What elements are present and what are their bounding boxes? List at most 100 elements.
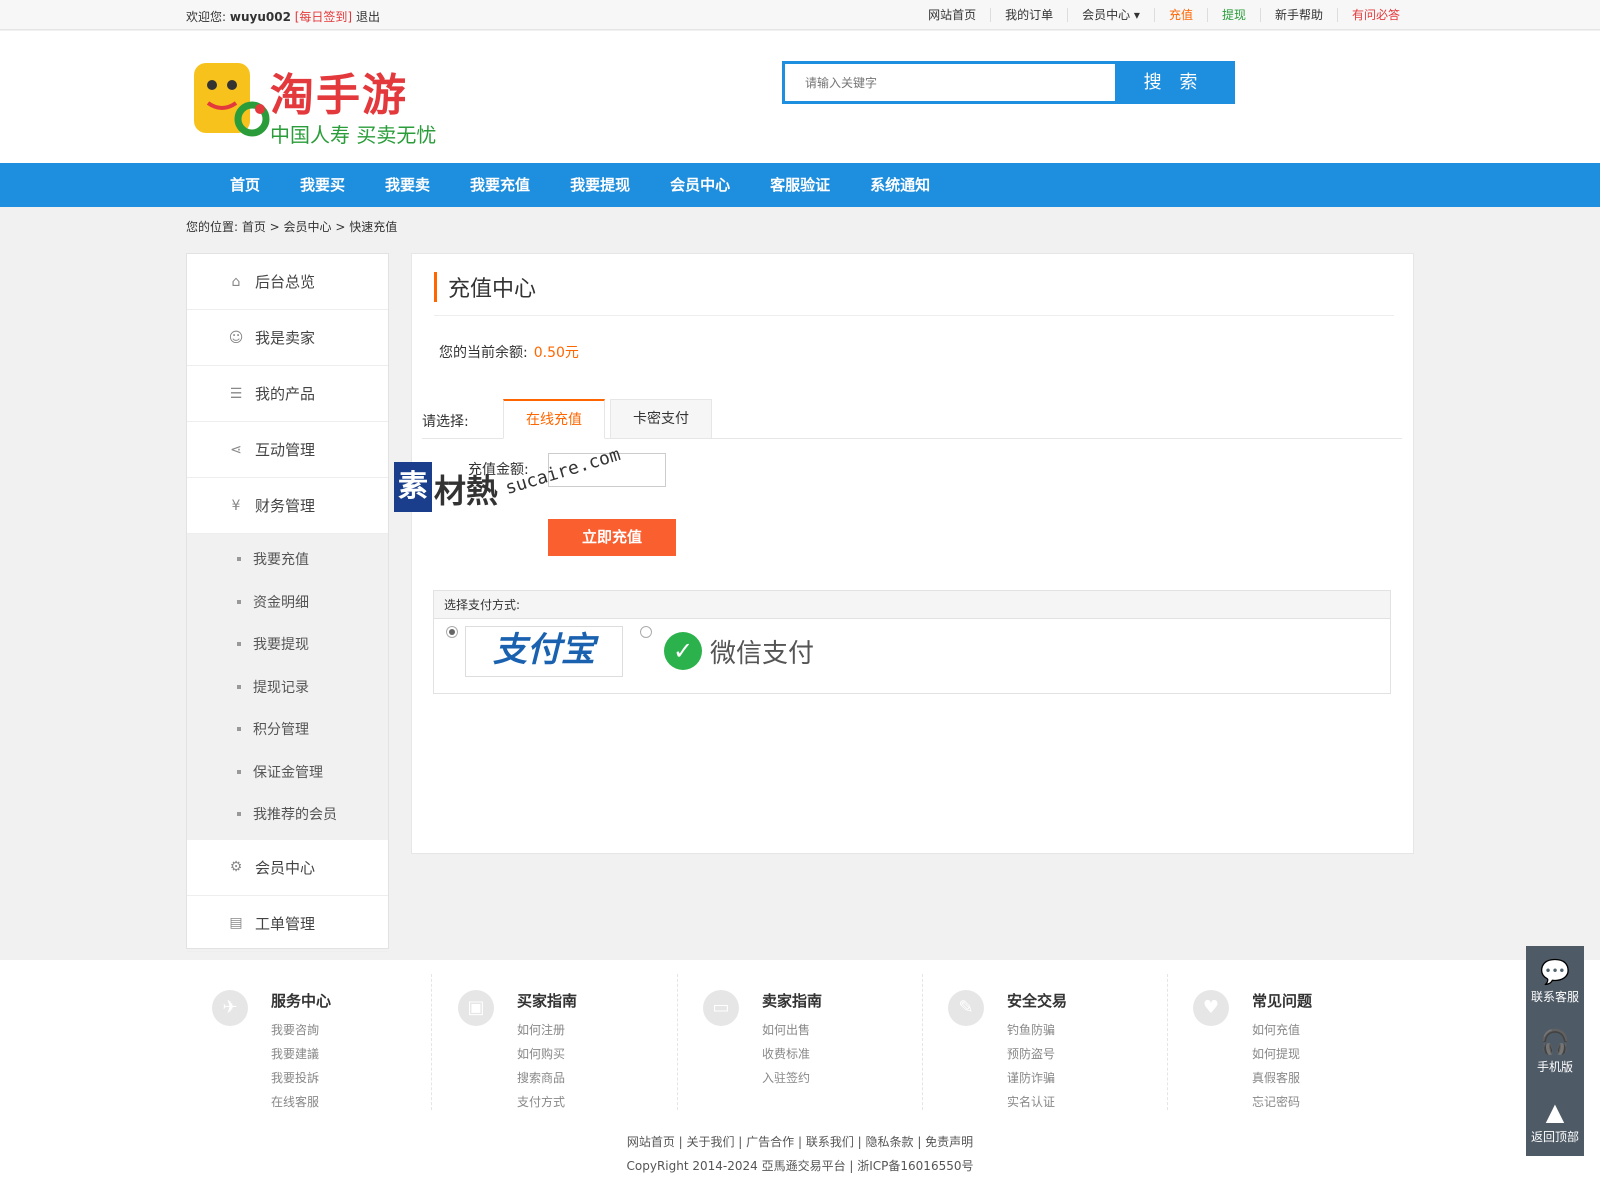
yen-icon: ¥ <box>231 497 241 514</box>
tab-card-payment[interactable]: 卡密支付 <box>610 399 712 439</box>
submenu-item[interactable]: 我要充值 <box>187 538 388 581</box>
alipay-logo[interactable]: 支付宝 <box>465 626 623 677</box>
nav-item[interactable]: 我要卖 <box>365 163 450 207</box>
wechat-pay-logo[interactable]: ✓ 微信支付 <box>664 631 814 671</box>
footer-link-list: 我要咨詢 我要建議 我要投訴 在线客服 <box>271 1018 319 1114</box>
tab-online-recharge[interactable]: 在线充值 <box>503 399 605 439</box>
submenu-item[interactable]: 我推荐的会员 <box>187 793 388 836</box>
nav-item[interactable]: 客服验证 <box>750 163 850 207</box>
sidebar-item[interactable]: ⋖ 互动管理 <box>187 422 388 478</box>
top-link[interactable]: 网站首页 <box>914 8 992 22</box>
nav-item[interactable]: 我要买 <box>280 163 365 207</box>
footer-link[interactable]: 搜索商品 <box>517 1066 565 1090</box>
welcome-label: 欢迎您: <box>186 10 227 24</box>
main-nav: 首页 我要买 我要卖 我要充值 我要提现 会员中心 客服验证 系统通知 <box>0 163 1600 207</box>
mascot-icon <box>194 63 270 137</box>
headset-icon: 🎧 <box>1540 1028 1570 1056</box>
submenu-item[interactable]: 我要提现 <box>187 623 388 666</box>
sidebar-item[interactable]: ☰ 我的产品 <box>187 366 388 422</box>
footer-link[interactable]: 我要建議 <box>271 1042 319 1066</box>
nav-item[interactable]: 系统通知 <box>850 163 950 207</box>
footer-column-title: 服务中心 <box>271 992 332 1010</box>
float-label: 返回顶部 <box>1530 1130 1579 1144</box>
wechat-radio[interactable] <box>640 626 652 638</box>
alipay-radio[interactable] <box>446 626 458 638</box>
nav-list: 首页 我要买 我要卖 我要充值 我要提现 会员中心 客服验证 系统通知 <box>210 163 950 207</box>
logo-subtitle: 中国人寿 买卖无忧 <box>270 123 437 147</box>
gear-icon: ⚙ <box>229 859 243 875</box>
sidebar-item-label: 会员中心 <box>255 858 316 877</box>
top-link[interactable]: 提现 <box>1208 8 1261 22</box>
float-chat-button[interactable]: 💬 联系客服 <box>1526 946 1584 1016</box>
top-link[interactable]: 有问必答 <box>1338 8 1414 22</box>
sidebar-item-label: 我是卖家 <box>255 329 316 347</box>
wechat-label: 微信支付 <box>710 638 815 669</box>
top-link[interactable]: 我的订单 <box>991 8 1069 22</box>
footer-link[interactable]: 预防盗号 <box>1007 1042 1055 1066</box>
sidebar-item[interactable]: ⚙ 会员中心 <box>187 840 388 896</box>
top-links: 网站首页 我的订单 会员中心 ▾ 充值 提现 新手帮助 有问必答 <box>914 8 1414 22</box>
footer-column-title: 卖家指南 <box>762 992 823 1010</box>
nav-item[interactable]: 首页 <box>210 163 280 207</box>
submenu-item[interactable]: 积分管理 <box>187 708 388 751</box>
submenu-item-label: 积分管理 <box>253 722 309 739</box>
top-link[interactable]: 会员中心 ▾ <box>1068 8 1155 22</box>
sidebar-item-label: 我的产品 <box>255 385 316 403</box>
sidebar-item[interactable]: ☺ 我是卖家 <box>187 310 388 366</box>
balance-value: 0.50元 <box>533 345 579 361</box>
footer-link-list: 如何注册 如何购买 搜索商品 支付方式 <box>517 1018 565 1114</box>
footer-link[interactable]: 支付方式 <box>517 1090 565 1114</box>
float-rocket-button[interactable]: ▲ 返回顶部 <box>1526 1086 1584 1156</box>
share-icon: ⋖ <box>230 441 242 458</box>
bullet-icon <box>237 684 241 689</box>
home-icon: ⌂ <box>231 273 241 290</box>
username[interactable]: wuyu002 <box>230 10 291 24</box>
submenu-item[interactable]: 资金明细 <box>187 581 388 624</box>
footer-link[interactable]: 如何充值 <box>1252 1018 1300 1042</box>
footer-link[interactable]: 忘记密码 <box>1252 1090 1300 1114</box>
nav-item[interactable]: 会员中心 <box>650 163 750 207</box>
footer-column-title: 安全交易 <box>1007 992 1068 1010</box>
page-title: 充值中心 <box>448 277 537 302</box>
footer-link[interactable]: 入驻签约 <box>762 1066 810 1090</box>
sidebar-item-label: 后台总览 <box>255 273 316 291</box>
submenu-item-label: 我要提现 <box>253 637 309 654</box>
search-input[interactable] <box>785 64 1115 101</box>
footer-link[interactable]: 收费标准 <box>762 1042 810 1066</box>
footer-link[interactable]: 我要投訴 <box>271 1066 319 1090</box>
wrench-icon: ✎ <box>948 990 984 1026</box>
sidebar-item[interactable]: ⌂ 后台总览 <box>187 254 388 310</box>
daily-sign-link[interactable]: [每日签到] <box>295 10 352 24</box>
footer-link[interactable]: 实名认证 <box>1007 1090 1055 1114</box>
nav-item[interactable]: 我要充值 <box>450 163 550 207</box>
footer-link[interactable]: 如何注册 <box>517 1018 565 1042</box>
recharge-panel: 充值中心 您的当前余额: 0.50元 请选择: 在线充值 卡密支付 充值金额: 立… <box>411 253 1414 854</box>
panel-header: 充值中心 <box>434 270 1394 316</box>
choose-label: 请选择: <box>422 414 469 430</box>
footer-links[interactable]: 网站首页 | 关于我们 | 广告合作 | 联系我们 | 隐私条款 | 免责声明 <box>0 1133 1600 1150</box>
footer-link[interactable]: 如何提现 <box>1252 1042 1300 1066</box>
submenu-item[interactable]: 保证金管理 <box>187 751 388 794</box>
floating-toolbar: 💬 联系客服 🎧 手机版 ▲ 返回顶部 <box>1526 946 1584 1156</box>
nav-item[interactable]: 我要提现 <box>550 163 650 207</box>
footer-link[interactable]: 真假客服 <box>1252 1066 1300 1090</box>
logout-link[interactable]: 退出 <box>356 10 380 24</box>
footer-link[interactable]: 在线客服 <box>271 1090 319 1114</box>
search-button[interactable]: 搜 索 <box>1115 64 1232 101</box>
footer-link[interactable]: 如何购买 <box>517 1042 565 1066</box>
top-link[interactable]: 充值 <box>1155 8 1208 22</box>
watermark-text: 材熱 <box>434 472 499 510</box>
footer-link[interactable]: 谨防诈骗 <box>1007 1066 1055 1090</box>
footer-link[interactable]: 如何出售 <box>762 1018 810 1042</box>
submenu-item[interactable]: 提现记录 <box>187 666 388 709</box>
bullet-icon <box>237 642 241 647</box>
float-headset-button[interactable]: 🎧 手机版 <box>1526 1016 1584 1086</box>
recharge-now-button[interactable]: 立即充值 <box>548 519 676 556</box>
site-logo[interactable]: 淘手游 中国人寿 买卖无忧 <box>190 51 450 151</box>
top-link[interactable]: 新手帮助 <box>1261 8 1338 22</box>
sidebar-item[interactable]: ▤ 工单管理 <box>187 896 388 952</box>
footer-link[interactable]: 我要咨詢 <box>271 1018 319 1042</box>
footer-column: ✎ 安全交易 钓鱼防骗 预防盗号 谨防诈骗 实名认证 <box>922 974 1168 1110</box>
footer-link[interactable]: 钓鱼防骗 <box>1007 1018 1055 1042</box>
sidebar-item[interactable]: ¥ 财务管理 <box>187 478 388 534</box>
